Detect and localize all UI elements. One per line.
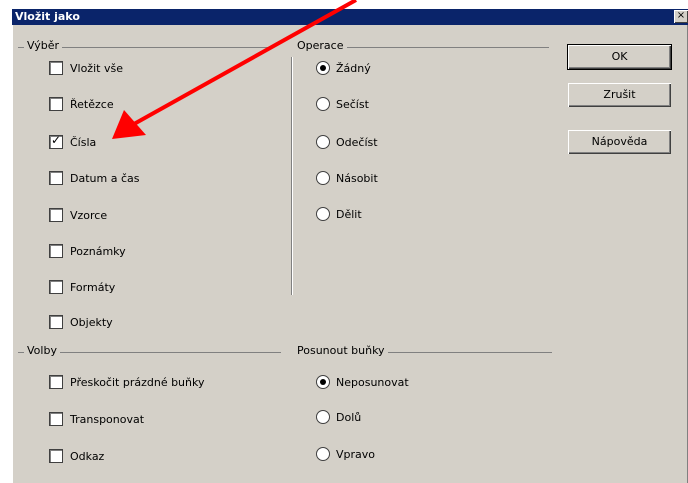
ok-button[interactable]: OK	[567, 44, 672, 70]
radio-operation-divide[interactable]: Dělit	[316, 207, 362, 221]
checkbox-label: Objekty	[70, 315, 113, 329]
radio-circle[interactable]	[316, 447, 330, 461]
checkbox-label: Datum a čas	[70, 171, 140, 185]
radio-shift-right[interactable]: Vpravo	[316, 447, 375, 461]
checkbox-skip-empty[interactable]: Přeskočit prázdné buňky	[49, 375, 205, 389]
cancel-button[interactable]: Zrušit	[568, 83, 671, 107]
radio-label: Násobit	[336, 171, 378, 185]
checkbox-paste-all[interactable]: Vložit vše	[49, 61, 123, 75]
checkbox-label: Transponovat	[70, 412, 145, 426]
radio-dot-icon	[320, 65, 326, 71]
checkbox-transpose[interactable]: Transponovat	[49, 412, 144, 426]
checkbox-label: Poznámky	[70, 244, 126, 258]
radio-shift-down[interactable]: Dolů	[316, 410, 361, 424]
checkbox-strings[interactable]: Řetězce	[49, 97, 114, 111]
checkbox-box[interactable]	[49, 244, 63, 258]
checkbox-formulas[interactable]: Vzorce	[49, 208, 107, 222]
radio-label: Neposunovat	[336, 375, 409, 389]
checkbox-objects[interactable]: Objekty	[49, 315, 113, 329]
group-separator	[291, 57, 292, 295]
checkbox-link[interactable]: Odkaz	[49, 449, 104, 463]
close-button[interactable]: ×	[674, 10, 688, 23]
radio-operation-multiply[interactable]: Násobit	[316, 171, 378, 185]
radio-label: Dolů	[336, 410, 362, 424]
radio-circle[interactable]	[316, 171, 330, 185]
checkbox-box[interactable]	[49, 280, 63, 294]
radio-circle[interactable]	[316, 61, 330, 75]
radio-label: Sečíst	[336, 97, 369, 111]
radio-circle[interactable]	[316, 410, 330, 424]
radio-circle[interactable]	[316, 207, 330, 221]
checkbox-label: Řetězce	[70, 97, 114, 111]
checkbox-box[interactable]	[49, 208, 63, 222]
operations-group-label: Operace	[294, 39, 347, 52]
checkbox-box[interactable]: ✓	[49, 133, 63, 149]
checkbox-box[interactable]	[49, 375, 63, 389]
radio-label: Odečíst	[336, 135, 378, 149]
checkbox-box[interactable]	[49, 315, 63, 329]
checkbox-label: Čísla	[70, 135, 97, 149]
check-icon: ✓	[51, 133, 62, 147]
dialog-title: Vložit jako	[15, 10, 80, 23]
radio-label: Vpravo	[336, 447, 376, 461]
radio-label: Žádný	[336, 61, 371, 75]
radio-dot-icon	[320, 379, 326, 385]
checkbox-date-time[interactable]: Datum a čas	[49, 171, 139, 185]
radio-circle[interactable]	[316, 97, 330, 111]
selection-group-label: Výběr	[24, 39, 63, 52]
title-bar[interactable]: Vložit jako ×	[12, 9, 688, 25]
shift-cells-group-label: Posunout buňky	[294, 344, 388, 357]
checkbox-numbers[interactable]: ✓ Čísla	[49, 133, 97, 149]
checkbox-box[interactable]	[49, 97, 63, 111]
checkbox-label: Odkaz	[70, 449, 105, 463]
checkbox-box[interactable]	[49, 61, 63, 75]
checkbox-box[interactable]	[49, 171, 63, 185]
checkbox-label: Vložit vše	[70, 61, 123, 75]
radio-operation-none[interactable]: Žádný	[316, 61, 371, 75]
radio-circle[interactable]	[316, 135, 330, 149]
radio-operation-subtract[interactable]: Odečíst	[316, 135, 378, 149]
radio-label: Dělit	[336, 207, 362, 221]
checkbox-box[interactable]	[49, 449, 63, 463]
checkbox-formats[interactable]: Formáty	[49, 280, 115, 294]
checkbox-box[interactable]	[49, 412, 63, 426]
checkbox-label: Vzorce	[70, 208, 108, 222]
radio-circle[interactable]	[316, 375, 330, 389]
help-button[interactable]: Nápověda	[568, 130, 671, 154]
options-group-label: Volby	[24, 344, 60, 357]
checkbox-label: Přeskočit prázdné buňky	[70, 375, 205, 389]
checkbox-label: Formáty	[70, 280, 116, 294]
radio-shift-none[interactable]: Neposunovat	[316, 375, 409, 389]
checkbox-notes[interactable]: Poznámky	[49, 244, 126, 258]
radio-operation-add[interactable]: Sečíst	[316, 97, 369, 111]
paste-special-dialog: Vložit jako × Výběr Vložit vše Řetězce ✓…	[12, 9, 688, 483]
